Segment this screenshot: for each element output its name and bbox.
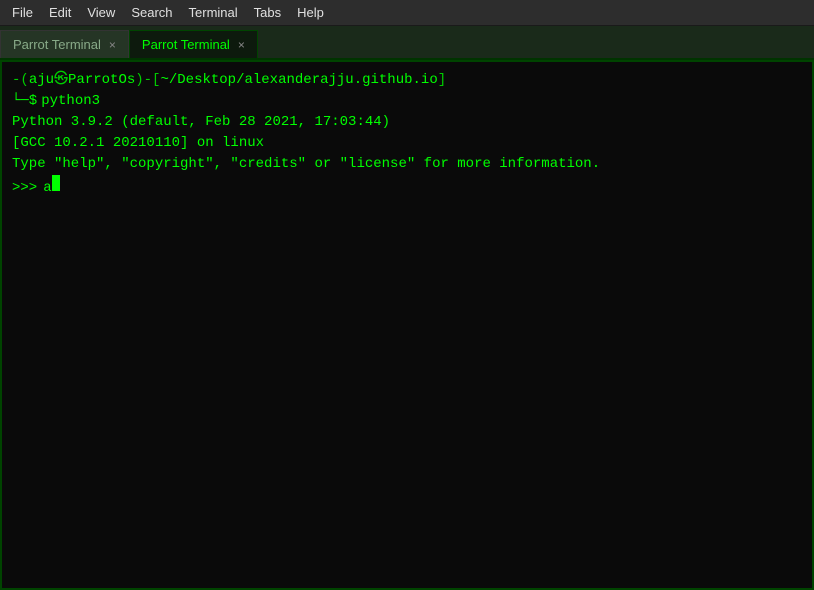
dollar-sign: └─$ (12, 91, 37, 112)
tab-2-close[interactable]: × (238, 39, 245, 51)
tabbar: Parrot Terminal × Parrot Terminal × (0, 26, 814, 60)
menu-file[interactable]: File (4, 3, 41, 22)
command-line: └─$ python3 (12, 91, 802, 112)
tab-2[interactable]: Parrot Terminal × (129, 30, 258, 58)
output-line-1: Python 3.9.2 (default, Feb 28 2021, 17:0… (12, 112, 802, 133)
prompt-close-bracket: )-[ (135, 70, 160, 91)
prompt-line: -(aju㉿ParrotOs)-[~/Desktop/alexanderajju… (12, 70, 802, 91)
repl-input-text: a (43, 178, 51, 199)
terminal-cursor (52, 175, 60, 191)
menubar: File Edit View Search Terminal Tabs Help (0, 0, 814, 26)
output-line-2: [GCC 10.2.1 20210110] on linux (12, 133, 802, 154)
command-text: python3 (41, 91, 100, 112)
output-line-3: Type "help", "copyright", "credits" or "… (12, 154, 802, 175)
prompt-path: ~/Desktop/alexanderajju.github.io (160, 70, 437, 91)
terminal-area[interactable]: -(aju㉿ParrotOs)-[~/Desktop/alexanderajju… (0, 60, 814, 590)
tab-1-close[interactable]: × (109, 39, 116, 51)
tab-1-label: Parrot Terminal (13, 37, 101, 52)
prompt-at: ㉿ (54, 70, 68, 91)
tab-1[interactable]: Parrot Terminal × (0, 30, 129, 58)
prompt-user: aju (29, 70, 54, 91)
repl-line: >>> a (12, 175, 802, 199)
menu-terminal[interactable]: Terminal (181, 3, 246, 22)
tab-2-label: Parrot Terminal (142, 37, 230, 52)
menu-help[interactable]: Help (289, 3, 332, 22)
menu-search[interactable]: Search (123, 3, 180, 22)
menu-edit[interactable]: Edit (41, 3, 79, 22)
menu-view[interactable]: View (79, 3, 123, 22)
repl-prompt-symbol: >>> (12, 178, 37, 199)
menu-tabs[interactable]: Tabs (246, 3, 289, 22)
prompt-path-bracket-close: ] (438, 70, 446, 91)
prompt-open-bracket: -( (12, 70, 29, 91)
prompt-host: ParrotOs (68, 70, 135, 91)
